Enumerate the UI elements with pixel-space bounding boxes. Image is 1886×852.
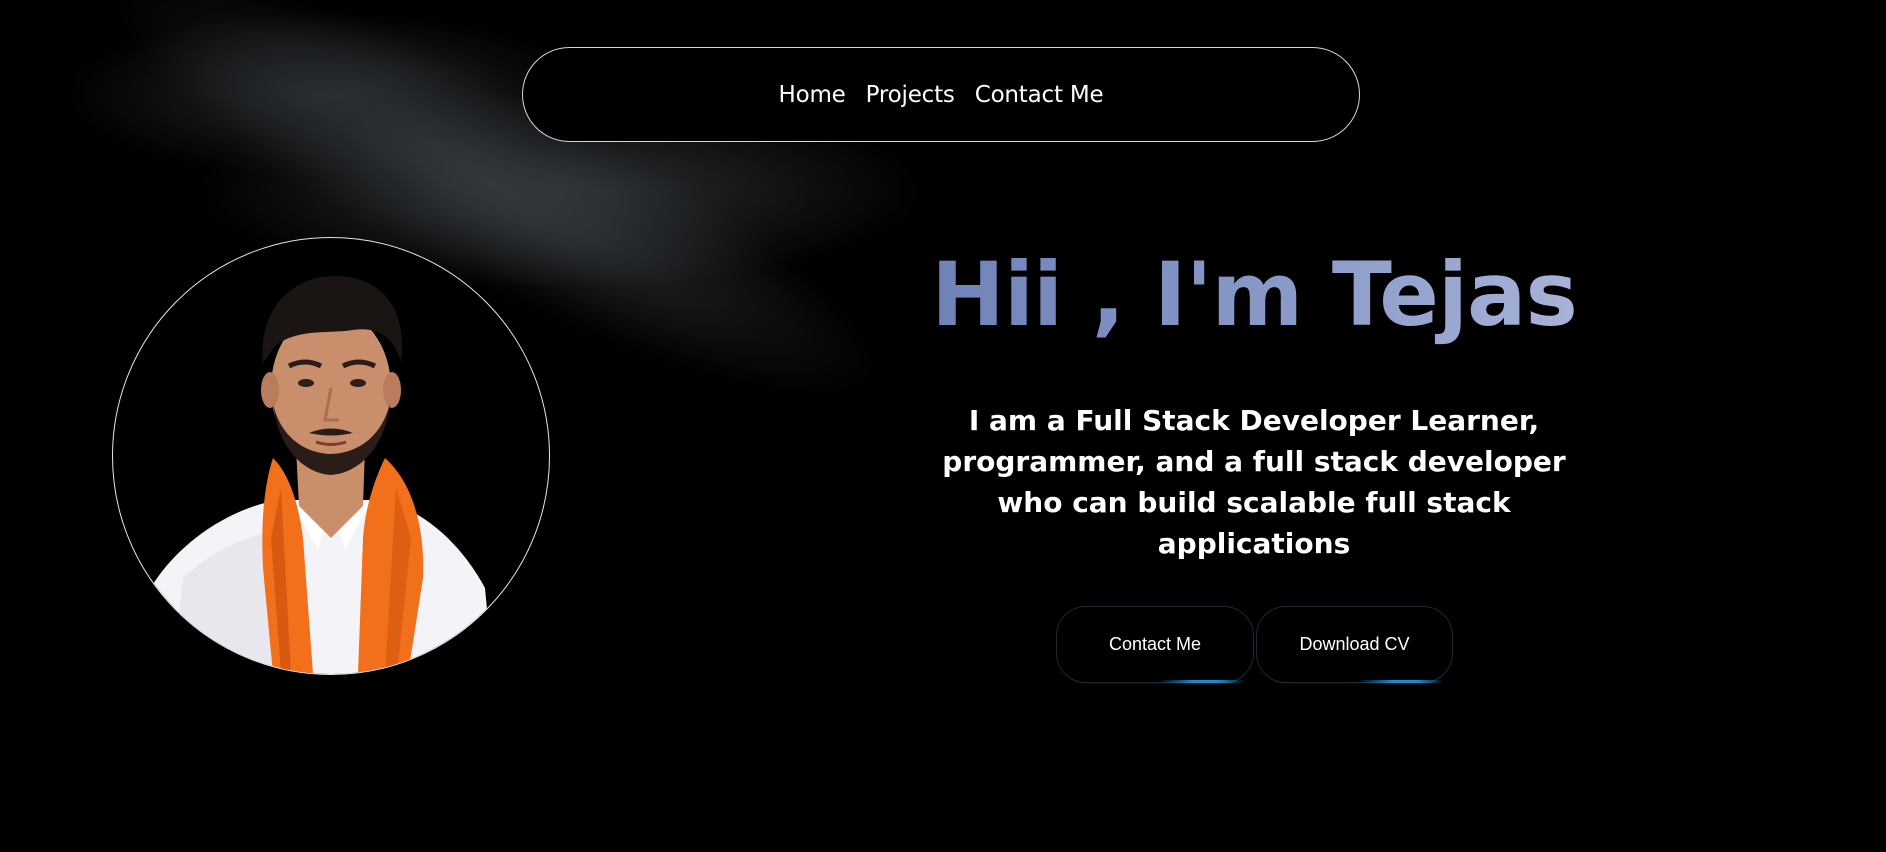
contact-me-button[interactable]: Contact Me: [1056, 606, 1254, 683]
nav-contact-link[interactable]: Contact Me: [975, 82, 1104, 108]
download-cv-button[interactable]: Download CV: [1256, 606, 1453, 683]
nav-projects-link[interactable]: Projects: [866, 82, 955, 108]
nav-home-link[interactable]: Home: [779, 82, 846, 108]
navbar: Home Projects Contact Me: [522, 47, 1360, 142]
hero-description: I am a Full Stack Developer Learner, pro…: [942, 404, 1566, 560]
hero-title: Hii , I'm Tejas: [900, 236, 1608, 354]
profile-photo: [112, 237, 550, 675]
profile-illustration: [153, 276, 493, 674]
